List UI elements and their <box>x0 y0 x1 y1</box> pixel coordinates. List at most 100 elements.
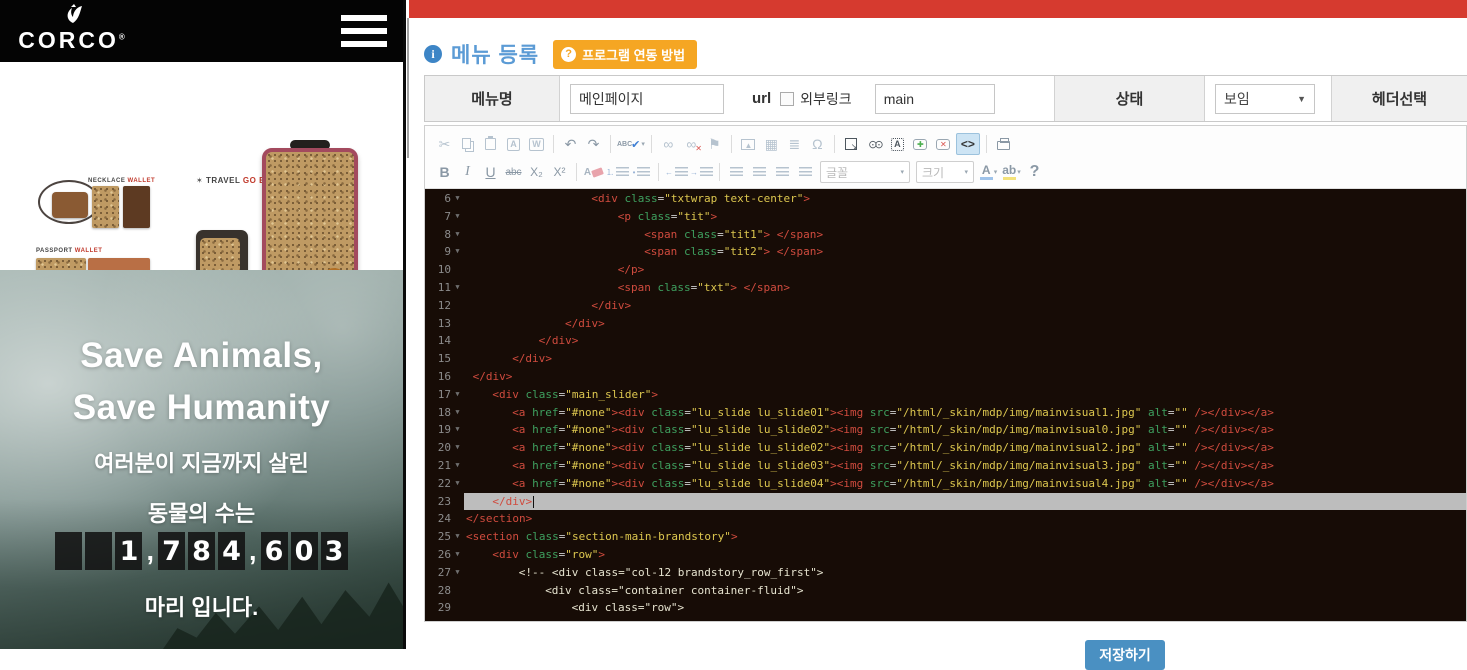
fold-arrow-icon[interactable]: ▼ <box>451 226 464 244</box>
code-line-26[interactable]: 26▼<div class="row"> <box>425 546 1466 564</box>
superscript-icon[interactable]: X² <box>549 161 570 183</box>
fold-arrow-icon[interactable]: ▼ <box>451 528 464 546</box>
url-input[interactable] <box>875 84 995 114</box>
code-line-11[interactable]: 11▼<span class="txt"> </span> <box>425 279 1466 297</box>
special-char-icon[interactable]: Ω <box>807 133 828 155</box>
code-line-23[interactable]: 23</div> <box>425 493 1466 511</box>
fold-arrow-icon[interactable]: ▼ <box>451 439 464 457</box>
cut-icon[interactable]: ✂ <box>434 133 455 155</box>
fold-arrow-icon[interactable]: ▼ <box>451 475 464 493</box>
maximize-icon[interactable] <box>841 133 862 155</box>
code-line-14[interactable]: 14</div> <box>425 332 1466 350</box>
align-right-icon[interactable] <box>772 161 793 183</box>
link-icon[interactable]: ∞ <box>658 133 679 155</box>
corco-logo[interactable]: CORCO® <box>18 4 128 58</box>
source-button[interactable]: <> <box>956 133 980 155</box>
unlink-icon[interactable]: ∞✕ <box>681 133 702 155</box>
line-number: 17 <box>425 386 451 404</box>
remove-format-icon[interactable]: A <box>583 161 604 183</box>
font-dropdown[interactable]: 글꼴▾ <box>820 161 910 183</box>
outdent-icon[interactable]: ← <box>665 161 688 183</box>
redo-icon[interactable]: ↷ <box>583 133 604 155</box>
hamburger-menu-icon[interactable] <box>341 15 387 47</box>
code-line-20[interactable]: 20▼<a href="#none"><div class="lu_slide … <box>425 439 1466 457</box>
toolbar-separator <box>719 163 720 181</box>
align-left-icon[interactable] <box>726 161 747 183</box>
fold-arrow-icon[interactable]: ▼ <box>451 457 464 475</box>
code-line-8[interactable]: 8▼<span class="tit1"> </span> <box>425 226 1466 244</box>
program-link-help-button[interactable]: ? 프로그램 연동 방법 <box>553 40 697 69</box>
code-line-18[interactable]: 18▼<a href="#none"><div class="lu_slide … <box>425 404 1466 422</box>
code-line-24[interactable]: 24</section> <box>425 510 1466 528</box>
code-line-15[interactable]: 15</div> <box>425 350 1466 368</box>
paste-word-icon[interactable]: W <box>526 133 547 155</box>
code-line-22[interactable]: 22▼<a href="#none"><div class="lu_slide … <box>425 475 1466 493</box>
fold-arrow-icon[interactable]: ▼ <box>451 190 464 208</box>
line-number: 30 <box>425 617 451 621</box>
copy-icon[interactable] <box>457 133 478 155</box>
paste-icon[interactable] <box>480 133 501 155</box>
fold-arrow-icon[interactable]: ▼ <box>451 243 464 261</box>
find-icon[interactable]: ⊙⊙ <box>864 133 885 155</box>
code-line-13[interactable]: 13</div> <box>425 315 1466 333</box>
paste-text-icon[interactable]: A <box>503 133 524 155</box>
text-color-icon[interactable]: A▾ <box>978 161 999 183</box>
code-line-6[interactable]: 6▼<div class="txtwrap text-center"> <box>425 190 1466 208</box>
fold-arrow-icon[interactable]: ▼ <box>451 208 464 226</box>
image-icon[interactable]: ▲ <box>738 133 759 155</box>
spellcheck-icon[interactable]: ABC✔▾ <box>617 133 645 155</box>
code-line-12[interactable]: 12</div> <box>425 297 1466 315</box>
menu-name-input[interactable] <box>570 84 724 114</box>
italic-icon[interactable]: I <box>457 161 478 183</box>
help-icon[interactable]: ? <box>1024 161 1045 183</box>
url-label: url <box>752 90 771 107</box>
table-icon[interactable]: ▦ <box>761 133 782 155</box>
anchor-flag-icon[interactable]: ⚑ <box>704 133 725 155</box>
bg-color-icon[interactable]: ab▾ <box>1001 161 1022 183</box>
code-line-30[interactable]: 30<div class="col-12 col-md-7 brandstory… <box>425 617 1466 621</box>
align-center-icon[interactable] <box>749 161 770 183</box>
bold-icon[interactable]: B <box>434 161 455 183</box>
code-line-17[interactable]: 17▼<div class="main_slider"> <box>425 386 1466 404</box>
save-button[interactable]: 저장하기 <box>1085 640 1165 670</box>
fold-arrow-icon[interactable]: ▼ <box>451 564 464 582</box>
reject-suggestion-icon[interactable]: ✕ <box>933 133 954 155</box>
code-line-25[interactable]: 25▼<section class="section-main-brandsto… <box>425 528 1466 546</box>
code-line-27[interactable]: 27▼<!-- <div class="col-12 brandstory_ro… <box>425 564 1466 582</box>
counter-comma: , <box>248 536 258 567</box>
underline-icon[interactable]: U <box>480 161 501 183</box>
align-justify-icon[interactable] <box>795 161 816 183</box>
subscript-icon[interactable]: X₂ <box>526 161 547 183</box>
size-dropdown[interactable]: 크기▾ <box>916 161 974 183</box>
fold-arrow-icon[interactable]: ▼ <box>451 279 464 297</box>
code-text: </div> <box>464 315 1466 333</box>
indent-icon[interactable]: → <box>690 161 713 183</box>
code-line-19[interactable]: 19▼<a href="#none"><div class="lu_slide … <box>425 421 1466 439</box>
code-line-28[interactable]: 28<div class="container container-fluid"… <box>425 582 1466 600</box>
line-number: 18 <box>425 404 451 422</box>
fold-arrow-icon[interactable]: ▼ <box>451 546 464 564</box>
undo-icon[interactable]: ↶ <box>560 133 581 155</box>
select-all-icon[interactable]: A <box>887 133 908 155</box>
code-line-10[interactable]: 10</p> <box>425 261 1466 279</box>
code-area[interactable]: 6▼<div class="txtwrap text-center">7▼<p … <box>425 189 1466 621</box>
product-slider[interactable]: NECKLACE WALLET PASSPORT WALLET ✶ TRAVEL… <box>0 62 403 270</box>
code-line-9[interactable]: 9▼<span class="tit2"> </span> <box>425 243 1466 261</box>
bullet-list-icon[interactable]: • <box>631 161 652 183</box>
fold-arrow-icon[interactable]: ▼ <box>451 421 464 439</box>
horizontal-rule-icon[interactable]: ≣ <box>784 133 805 155</box>
code-line-7[interactable]: 7▼<p class="tit"> <box>425 208 1466 226</box>
code-line-16[interactable]: 16</div> <box>425 368 1466 386</box>
fold-arrow-icon[interactable]: ▼ <box>451 386 464 404</box>
fold-arrow-icon[interactable]: ▼ <box>451 404 464 422</box>
accept-suggestion-icon[interactable]: ✚ <box>910 133 931 155</box>
numbered-list-icon[interactable]: ⒈ <box>606 161 629 183</box>
print-icon[interactable] <box>993 133 1014 155</box>
status-select[interactable]: 보임 ▼ <box>1215 84 1315 114</box>
external-link-checkbox[interactable] <box>780 92 794 106</box>
code-line-21[interactable]: 21▼<a href="#none"><div class="lu_slide … <box>425 457 1466 475</box>
strikethrough-icon[interactable]: abc <box>503 161 524 183</box>
code-line-29[interactable]: 29<div class="row"> <box>425 599 1466 617</box>
info-icon: i <box>424 45 442 63</box>
line-number: 27 <box>425 564 451 582</box>
